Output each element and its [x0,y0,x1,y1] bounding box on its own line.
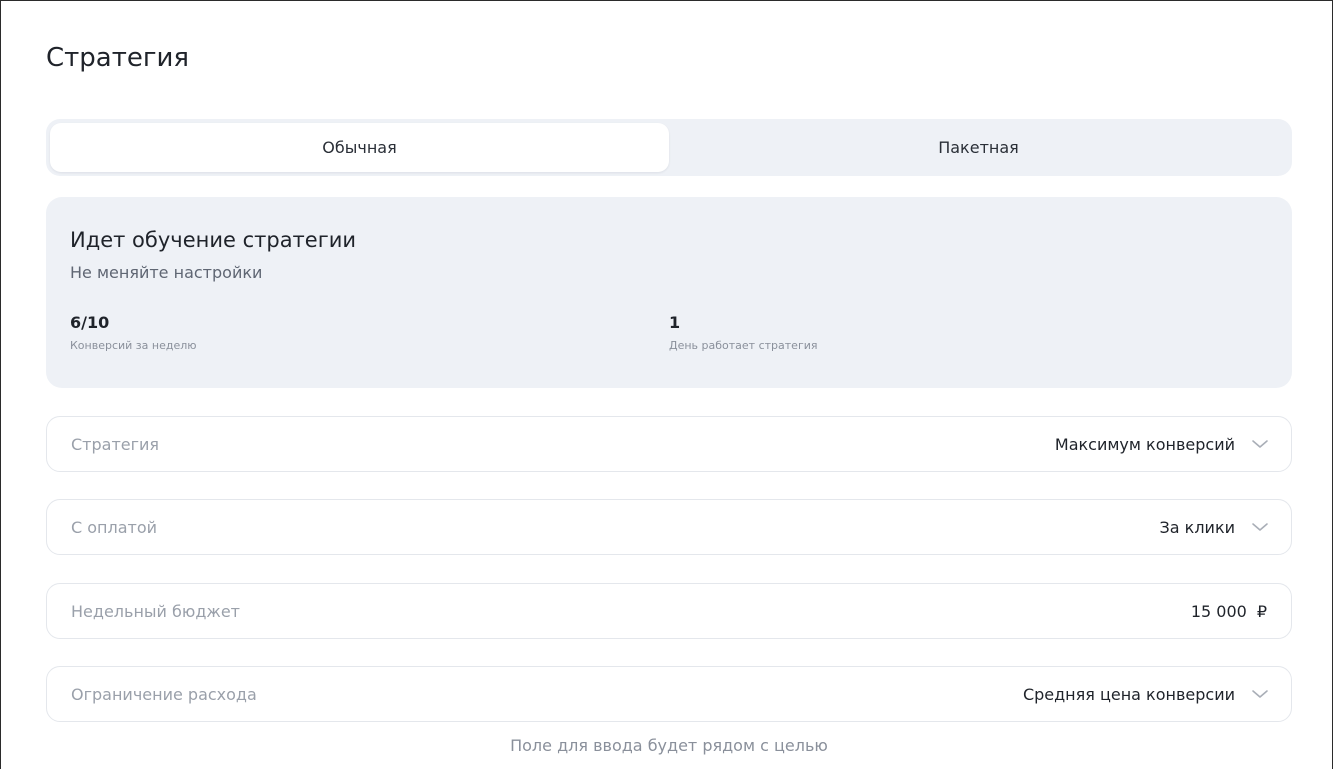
spend-limit-value-wrap: Средняя цена конверсии [1022,683,1268,705]
goal-input-hint: Поле для ввода будет рядом с целью [510,736,828,755]
stat-days-value: 1 [669,313,681,332]
strategy-select-value-wrap: Максимум конверсий [1054,433,1268,455]
tab-regular[interactable]: Обычная [50,123,669,172]
strategy-select-value: Максимум конверсий [1054,434,1235,454]
stat-conversions-value: 6/10 [70,313,110,332]
weekly-budget-field[interactable]: Недельный бюджет 15 000 ₽ [46,583,1292,639]
tab-package[interactable]: Пакетная [669,123,1288,172]
stat-days-label: День работает стратегия [669,339,818,352]
spend-limit-value: Средняя цена конверсии [1022,684,1235,704]
ruble-currency-icon: ₽ [1256,601,1267,621]
spend-limit-select[interactable]: Ограничение расхода Средняя цена конверс… [46,666,1292,722]
learning-status-panel: Идет обучение стратегии Не меняйте настр… [46,197,1292,388]
payment-select-label: С оплатой [71,517,158,537]
strategy-type-tabs: Обычная Пакетная [46,119,1292,176]
chevron-down-icon [1249,433,1271,455]
weekly-budget-value: 15 000 [1190,601,1247,621]
stat-conversions: 6/10 Конверсий за неделю [70,312,197,354]
chevron-down-icon [1249,683,1271,705]
learning-subtitle: Не меняйте настройки [70,263,263,282]
chevron-down-icon [1249,516,1271,538]
learning-title: Идет обучение стратегии [70,228,357,252]
payment-select-value-wrap: За клики [1160,516,1268,538]
strategy-select[interactable]: Стратегия Максимум конверсий [46,416,1292,472]
weekly-budget-value-wrap: 15 000 ₽ [1191,602,1267,621]
learning-stats: 6/10 Конверсий за неделю 1 День работает… [70,312,1268,362]
stat-conversions-label: Конверсий за неделю [70,339,197,352]
weekly-budget-label: Недельный бюджет [71,601,240,621]
stat-days: 1 День работает стратегия [669,312,818,354]
payment-select-value: За клики [1159,517,1236,537]
strategy-select-label: Стратегия [71,434,160,454]
page-title: Стратегия [46,43,190,73]
spend-limit-label: Ограничение расхода [71,684,257,704]
payment-select[interactable]: С оплатой За клики [46,499,1292,555]
